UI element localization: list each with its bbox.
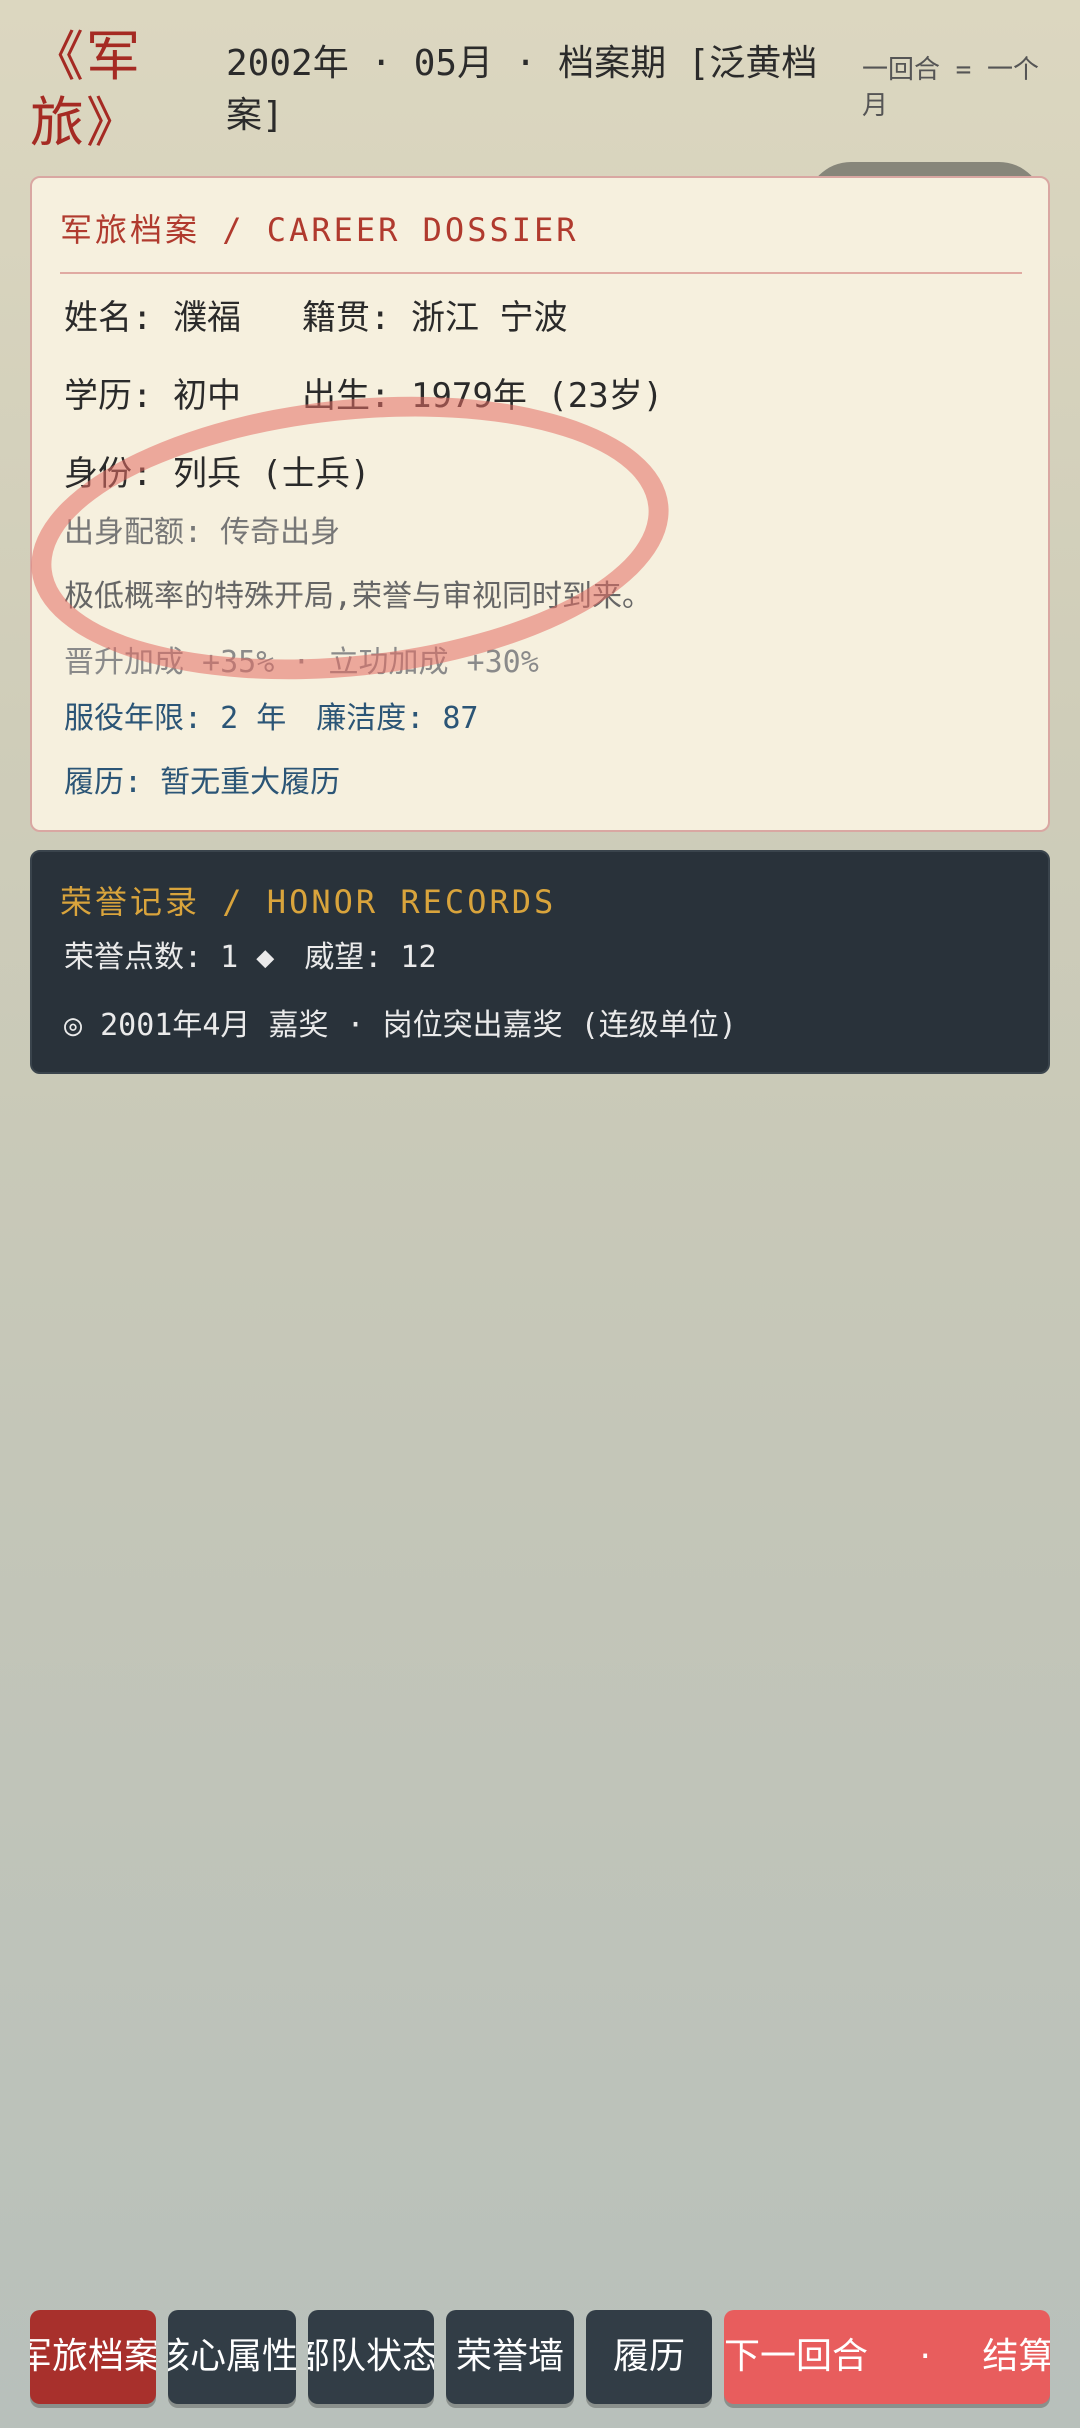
- education-field: 学历: 初中: [64, 372, 241, 420]
- background-description: 极低概率的特殊开局,荣誉与审视同时到来。: [64, 579, 653, 614]
- next-turn-label: 下一回合 · 结算本: [724, 2336, 1050, 2377]
- service-line: 服役年限: 2 年廉洁度: 87: [64, 698, 479, 740]
- period-indicator: 2002年 · 05月 · 档案期 [泛黄档案]: [226, 43, 818, 136]
- identity-field: 身份: 列兵 (士兵): [64, 450, 370, 498]
- honor-stats: 荣誉点数: 1 ◆ 威望: 12: [64, 936, 437, 980]
- identity-value: 列兵 (士兵): [172, 454, 371, 494]
- background-quota: 出身配额: 传奇出身: [64, 515, 341, 550]
- tab-history[interactable]: 履历: [586, 2310, 712, 2404]
- career-dossier-card: 军旅档案 / CAREER DOSSIER 姓名: 濮福 籍贯: 浙江 宁波 学…: [30, 176, 1050, 832]
- name-value: 濮福: [172, 298, 241, 338]
- bottom-nav: 军旅档案 核心属性 部队状态 荣誉墙 履历 下一回合 · 结算本: [0, 2310, 1080, 2406]
- name-field: 姓名: 濮福: [64, 294, 241, 342]
- divider: [60, 272, 1022, 274]
- turn-note: 一回合 = 一个月: [862, 55, 1039, 121]
- honor-records-card: 荣誉记录 / HONOR RECORDS 荣誉点数: 1 ◆ 威望: 12 ◎ 2…: [30, 850, 1050, 1074]
- tab-label: 军旅档案: [30, 2336, 156, 2377]
- tab-label: 部队状态: [308, 2336, 434, 2377]
- honor-title: 荣誉记录 / HONOR RECORDS: [60, 883, 557, 921]
- origin-label: 籍贯:: [302, 298, 391, 338]
- history-line: 履历: 暂无重大履历: [64, 765, 341, 800]
- bonus-line: 晋升加成 +35% · 立功加成 +30%: [64, 645, 539, 680]
- education-label: 学历:: [64, 376, 153, 416]
- tab-label: 履历: [612, 2336, 685, 2377]
- name-label: 姓名:: [64, 298, 153, 338]
- tab-honor-wall[interactable]: 荣誉墙: [446, 2310, 574, 2404]
- honor-points: 荣誉点数: 1 ◆: [64, 940, 275, 975]
- header: 《军旅》 2002年 · 05月 · 档案期 [泛黄档案] 一回合 = 一个月: [0, 0, 1080, 170]
- birth-value: 1979年 (23岁): [410, 376, 664, 416]
- education-value: 初中: [172, 376, 241, 416]
- birth-field: 出生: 1979年 (23岁): [302, 372, 663, 420]
- next-turn-button[interactable]: 下一回合 · 结算本: [724, 2310, 1050, 2404]
- app-title: 《军旅》: [30, 25, 142, 154]
- dossier-title: 军旅档案 / CAREER DOSSIER: [60, 211, 579, 249]
- tab-core-attributes[interactable]: 核心属性: [168, 2310, 296, 2404]
- service-years: 服役年限: 2 年: [64, 701, 287, 736]
- tab-unit-status[interactable]: 部队状态: [308, 2310, 434, 2404]
- honor-record-item: ◎ 2001年4月 嘉奖 · 岗位突出嘉奖 (连级单位): [64, 1008, 737, 1043]
- identity-label: 身份:: [64, 454, 153, 494]
- birth-label: 出生:: [302, 376, 391, 416]
- integrity-value: 廉洁度: 87: [316, 701, 479, 736]
- prestige-value: 威望: 12: [304, 940, 437, 975]
- tab-label: 荣誉墙: [455, 2336, 564, 2377]
- tab-career-dossier[interactable]: 军旅档案: [30, 2310, 156, 2404]
- tab-label: 核心属性: [168, 2336, 296, 2377]
- origin-value: 浙江 宁波: [410, 298, 568, 338]
- origin-field: 籍贯: 浙江 宁波: [302, 294, 567, 342]
